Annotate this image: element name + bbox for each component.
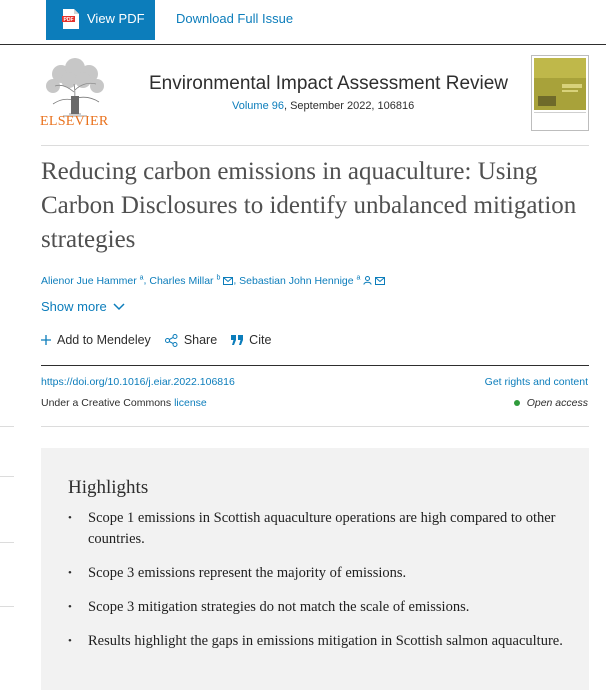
open-access-label: Open access [526, 397, 588, 409]
publisher-wordmark: ELSEVIER [40, 114, 109, 129]
license-prefix: Under a Creative Commons [41, 397, 175, 409]
share-icon [164, 333, 178, 347]
download-full-issue-link[interactable]: Download Full Issue [176, 11, 293, 26]
article-actions: Add to Mendeley Share Cite [41, 333, 285, 347]
author-link[interactable]: Charles Millar b [149, 274, 220, 287]
quote-icon [231, 335, 244, 345]
side-divider [0, 542, 14, 543]
side-divider [0, 476, 14, 477]
volume-info: Volume 96, September 2022, 106816 [232, 100, 414, 112]
envelope-icon[interactable] [375, 276, 386, 285]
svg-text:PDF: PDF [64, 17, 74, 23]
highlight-item: Scope 1 emissions in Scottish aquacultur… [68, 508, 568, 550]
license-line: Under a Creative Commons license [41, 397, 207, 409]
license-link[interactable]: license [174, 397, 207, 409]
get-rights-link[interactable]: Get rights and content [485, 376, 588, 388]
share-label: Share [183, 333, 218, 347]
author-list: Alienor Jue Hammer a, Charles Millar b ,… [41, 274, 386, 287]
highlights-list: Scope 1 emissions in Scottish aquacultur… [68, 508, 568, 665]
author-link[interactable]: Alienor Jue Hammer a [41, 274, 144, 287]
show-more-label: Show more [41, 299, 107, 314]
chevron-down-icon [113, 302, 125, 310]
volume-link[interactable]: Volume 96 [232, 100, 284, 112]
add-to-mendeley-label: Add to Mendeley [57, 333, 151, 347]
view-pdf-button[interactable]: PDF View PDF [46, 0, 155, 40]
side-divider [0, 606, 14, 607]
journal-cover [532, 56, 588, 130]
highlight-item: Scope 3 mitigation strategies do not mat… [68, 597, 568, 618]
highlights-title: Highlights [68, 477, 149, 498]
envelope-icon[interactable] [223, 276, 234, 285]
highlight-item: Scope 3 emissions represent the majority… [68, 563, 568, 584]
top-toolbar: PDF View PDF Download Full Issue [0, 0, 606, 45]
person-icon[interactable] [363, 275, 373, 285]
meta-divider [41, 426, 589, 427]
add-to-mendeley-button[interactable]: Add to Mendeley [41, 333, 151, 347]
cite-button[interactable]: Cite [231, 333, 271, 347]
header-divider [41, 145, 589, 146]
journal-title-link[interactable]: Environmental Impact Assessment Review [149, 73, 508, 95]
plus-icon [41, 335, 51, 345]
highlight-item: Results highlight the gaps in emissions … [68, 631, 568, 652]
volume-date: , September 2022, 106816 [283, 100, 415, 112]
actions-divider [41, 365, 589, 366]
view-pdf-label: View PDF [87, 11, 145, 26]
highlights-panel: Highlights Scope 1 emissions in Scottish… [41, 448, 589, 690]
side-divider [0, 426, 14, 427]
cite-label: Cite [249, 333, 272, 347]
doi-link[interactable]: https://doi.org/10.1016/j.eiar.2022.1068… [41, 376, 235, 388]
author-link[interactable]: Sebastian John Hennige a [239, 274, 360, 287]
article-title: Reducing carbon emissions in aquaculture… [41, 158, 577, 253]
journal-cover-thumbnail[interactable] [531, 55, 589, 131]
pdf-icon: PDF [62, 9, 79, 29]
show-more-button[interactable]: Show more [41, 299, 125, 314]
share-button[interactable]: Share [164, 333, 218, 347]
open-access-badge: Open access [513, 397, 588, 409]
open-access-dot [513, 400, 520, 406]
